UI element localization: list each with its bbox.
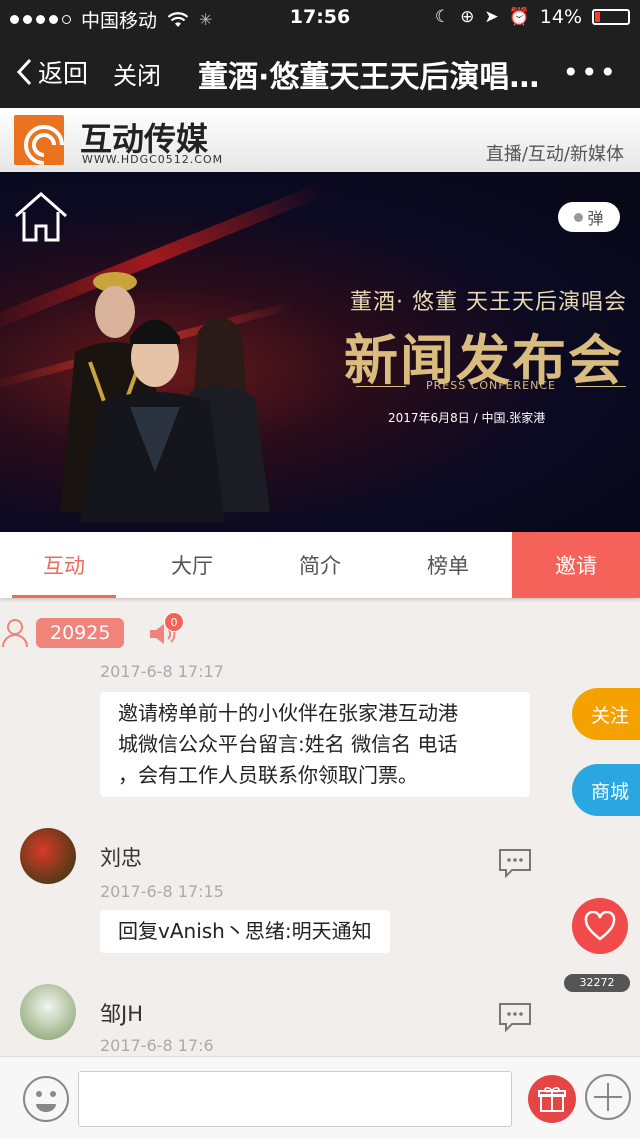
online-bar: 20925 0 — [0, 610, 300, 654]
tab-hall[interactable]: 大厅 — [128, 532, 256, 598]
battery-percent: 14% — [539, 6, 582, 28]
message-line: 城微信公众平台留言:姓名 微信名 电话 — [118, 732, 458, 756]
user-name: 邹JH — [100, 1002, 143, 1026]
back-button[interactable]: 返回 — [16, 54, 88, 90]
gift-button[interactable] — [528, 1075, 576, 1123]
banner-subtitle: 董酒· 悠董 天王天后演唱会 — [350, 290, 627, 315]
brand-logo — [14, 115, 64, 165]
page-title: 董酒·悠董天王天后演唱会新闻发布会 — [198, 60, 558, 95]
moon-icon: ☾ — [434, 7, 451, 27]
message-list: 2017-6-8 17:17 邀请榜单前十的小伙伴在张家港互动港 城微信公众平台… — [0, 660, 640, 1056]
message-timestamp: 2017-6-8 17:6 — [100, 1036, 214, 1055]
back-label: 返回 — [38, 59, 89, 88]
tab-intro[interactable]: 简介 — [256, 532, 384, 598]
tab-bar: 互动 大厅 简介 榜单 邀请 — [0, 532, 640, 598]
brand-header: 互动传媒 WWW.HDGC0512.COM 直播/互动/新媒体 — [0, 108, 640, 172]
online-count: 20925 — [36, 618, 125, 648]
tab-ranking[interactable]: 榜单 — [384, 532, 512, 598]
battery-icon — [592, 9, 630, 25]
plus-icon[interactable] — [584, 1073, 632, 1121]
likes-count: 32272 — [564, 974, 630, 992]
message-bubble: 邀请榜单前十的小伙伴在张家港互动港 城微信公众平台留言:姓名 微信名 电话 ，会… — [100, 692, 530, 797]
mall-button[interactable]: 商城 — [572, 764, 640, 816]
message-bubble: 回复vAnish丶思绪:明天通知 — [100, 910, 390, 953]
danmu-label: 弹 — [587, 209, 604, 228]
orientation-lock-icon: ⊕ — [460, 7, 475, 27]
message-timestamp: 2017-6-8 17:15 — [100, 882, 224, 901]
message-line: ，会有工作人员联系你领取门票。 — [118, 763, 418, 787]
status-bar: 中国移动 ✳ 17:56 ☾ ⊕ ➤ ⏰ 14% — [0, 0, 640, 36]
banner-conference-label: PRESS CONFERENCE — [356, 379, 626, 392]
user-icon — [2, 619, 28, 648]
danmu-toggle[interactable]: 弹 — [558, 202, 620, 232]
comment-icon[interactable] — [498, 1002, 532, 1032]
brand-tagline: 直播/互动/新媒体 — [485, 144, 624, 165]
location-icon: ➤ — [484, 7, 499, 27]
speaker-badge: 0 — [164, 612, 184, 632]
avatar[interactable] — [20, 828, 76, 884]
user-name: 刘忠 — [100, 846, 142, 870]
close-button[interactable]: 关闭 — [113, 56, 161, 91]
event-banner: 弹 董酒· 悠董 天王天后演唱会 新闻发布会 PRESS CONFERENCE … — [0, 172, 640, 532]
comment-icon[interactable] — [498, 848, 532, 878]
input-bar — [0, 1056, 640, 1139]
message-line: 邀请榜单前十的小伙伴在张家港互动港 — [118, 701, 458, 725]
tab-interact[interactable]: 互动 — [0, 532, 128, 598]
performers-image — [60, 272, 270, 522]
like-button[interactable] — [572, 898, 628, 954]
gift-icon — [538, 1087, 566, 1112]
brand-url: WWW.HDGC0512.COM — [82, 153, 224, 166]
emoji-icon[interactable] — [22, 1075, 70, 1123]
alarm-icon: ⏰ — [508, 7, 530, 27]
danmu-dot-icon — [574, 212, 584, 222]
banner-date: 2017年6月8日 / 中国.张家港 — [388, 411, 546, 425]
message-timestamp: 2017-6-8 17:17 — [100, 662, 224, 681]
avatar[interactable] — [20, 984, 76, 1040]
tab-invite[interactable]: 邀请 — [512, 532, 640, 598]
nav-bar: 返回 关闭 董酒·悠董天王天后演唱会新闻发布会 ••• — [0, 36, 640, 108]
chevron-left-icon — [16, 58, 32, 86]
heart-icon — [584, 911, 616, 941]
more-button[interactable]: ••• — [562, 56, 618, 89]
follow-button[interactable]: 关注 — [572, 688, 640, 740]
message-input[interactable] — [78, 1071, 512, 1127]
